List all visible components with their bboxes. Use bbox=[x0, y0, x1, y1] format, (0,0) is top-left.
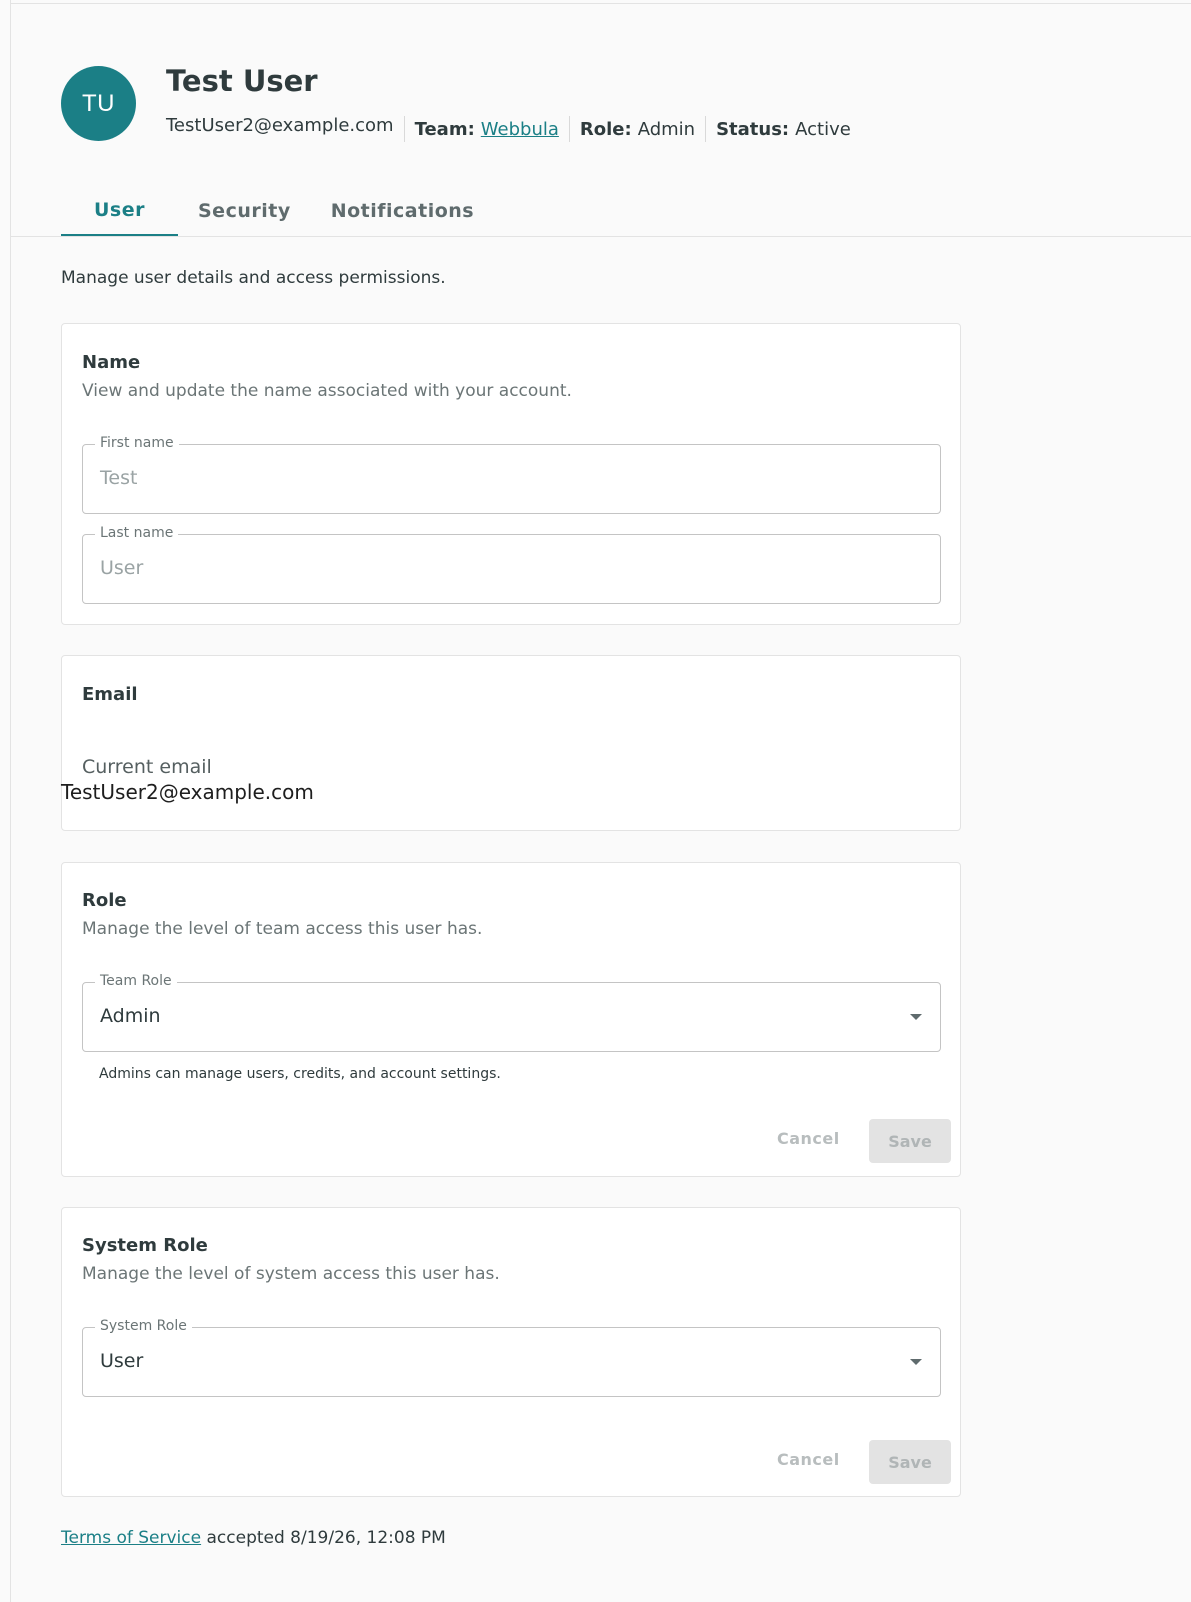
tos-acceptance: Terms of Service accepted 8/19/26, 12:08… bbox=[61, 1528, 446, 1548]
top-divider bbox=[10, 3, 1191, 4]
meta-divider bbox=[403, 116, 405, 142]
card-title: Role bbox=[82, 890, 127, 911]
card-description: View and update the name associated with… bbox=[82, 381, 572, 401]
user-settings-page: TU Test User TestUser2@example.com Team:… bbox=[0, 0, 1191, 1602]
tos-accepted-text: accepted 8/19/26, 12:08 PM bbox=[201, 1528, 446, 1548]
last-name-field[interactable]: Last name User bbox=[82, 525, 941, 604]
first-name-value: Test bbox=[100, 467, 138, 489]
role-label: Role: bbox=[579, 118, 632, 140]
chevron-down-icon bbox=[910, 1014, 922, 1020]
system-role-card: System Role Manage the level of system a… bbox=[61, 1207, 961, 1497]
current-email-value: TestUser2@example.com bbox=[61, 780, 314, 804]
tabs-divider bbox=[10, 236, 1191, 237]
team-role-label: Team Role bbox=[95, 973, 177, 989]
card-description: Manage the level of system access this u… bbox=[82, 1264, 500, 1284]
page-intro: Manage user details and access permissio… bbox=[61, 268, 446, 288]
team-role-helper: Admins can manage users, credits, and ac… bbox=[99, 1066, 501, 1082]
first-name-field[interactable]: First name Test bbox=[82, 435, 941, 514]
team-role-value: Admin bbox=[100, 1005, 161, 1027]
card-description: Manage the level of team access this use… bbox=[82, 919, 483, 939]
meta-divider bbox=[568, 116, 570, 142]
card-title: Name bbox=[82, 352, 141, 373]
status-value: Active bbox=[795, 118, 851, 140]
system-role-cancel-button[interactable]: Cancel bbox=[777, 1450, 840, 1469]
role-value: Admin bbox=[637, 118, 696, 140]
team-label: Team: bbox=[414, 118, 475, 140]
avatar-initials: TU bbox=[82, 89, 115, 117]
system-role-save-button[interactable]: Save bbox=[869, 1440, 951, 1484]
user-name-heading: Test User bbox=[166, 64, 318, 98]
team-role-select[interactable]: Team Role Admin bbox=[82, 973, 941, 1052]
meta-divider bbox=[705, 116, 707, 142]
tab-notifications[interactable]: Notifications bbox=[311, 186, 494, 236]
name-card: Name View and update the name associated… bbox=[61, 323, 961, 625]
left-divider bbox=[10, 0, 11, 1602]
chevron-down-icon bbox=[910, 1359, 922, 1365]
user-meta-line: TestUser2@example.com Team: Webbula Role… bbox=[166, 114, 851, 144]
tab-bar: User Security Notifications bbox=[61, 186, 494, 236]
team-link[interactable]: Webbula bbox=[481, 119, 559, 140]
system-role-label: System Role bbox=[95, 1318, 192, 1334]
tab-user[interactable]: User bbox=[61, 186, 178, 236]
tos-link[interactable]: Terms of Service bbox=[61, 1528, 201, 1548]
tab-security[interactable]: Security bbox=[178, 186, 311, 236]
status-label: Status: bbox=[716, 118, 790, 140]
system-role-value: User bbox=[100, 1350, 144, 1372]
role-cancel-button[interactable]: Cancel bbox=[777, 1129, 840, 1148]
role-save-button[interactable]: Save bbox=[869, 1119, 951, 1163]
card-title: System Role bbox=[82, 1235, 208, 1256]
user-email: TestUser2@example.com bbox=[166, 114, 394, 136]
email-card: Email Current email bbox=[61, 655, 961, 831]
last-name-value: User bbox=[100, 557, 144, 579]
avatar: TU bbox=[61, 66, 136, 141]
last-name-label: Last name bbox=[95, 525, 179, 541]
current-email-label: Current email bbox=[82, 756, 212, 778]
role-card: Role Manage the level of team access thi… bbox=[61, 862, 961, 1177]
first-name-label: First name bbox=[95, 435, 179, 451]
system-role-select[interactable]: System Role User bbox=[82, 1318, 941, 1397]
card-title: Email bbox=[82, 684, 138, 705]
